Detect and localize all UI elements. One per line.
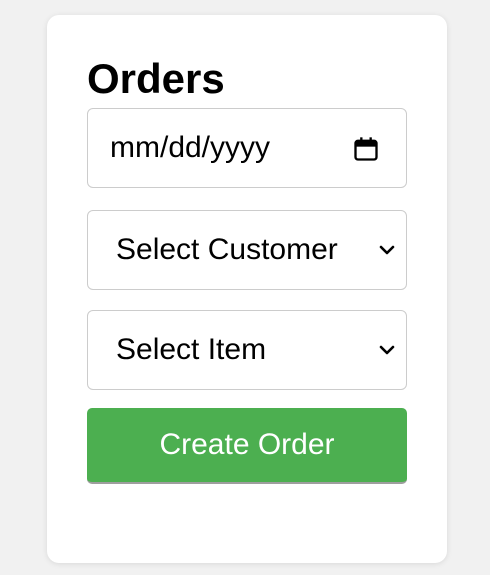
- item-select[interactable]: Select Item: [87, 310, 407, 390]
- chevron-down-icon: [379, 345, 395, 355]
- chevron-down-icon: [379, 245, 395, 255]
- page-title: Orders: [87, 55, 225, 102]
- customer-select-value: Select Customer: [116, 233, 338, 266]
- item-select-value: Select Item: [116, 333, 267, 366]
- orders-card: Orders mm/dd/yyyy Select Customer Select…: [47, 15, 447, 563]
- calendar-icon[interactable]: [352, 135, 380, 163]
- create-order-button[interactable]: Create Order: [87, 408, 407, 484]
- order-date-input[interactable]: mm/dd/yyyy: [87, 108, 407, 188]
- customer-select[interactable]: Select Customer: [87, 210, 407, 290]
